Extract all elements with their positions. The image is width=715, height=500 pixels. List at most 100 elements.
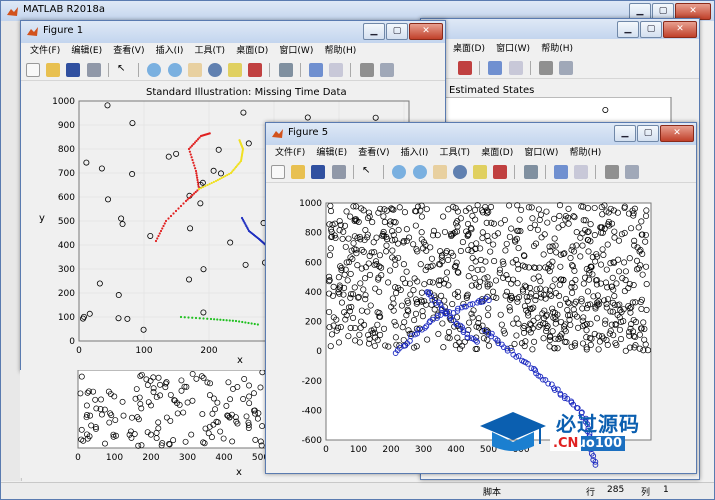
print-icon[interactable] (86, 63, 101, 77)
save-icon[interactable] (311, 165, 326, 179)
behind-legend-icon[interactable] (508, 61, 523, 75)
x-tick-label: 0 (323, 445, 329, 455)
track-point (225, 319, 228, 322)
print-icon[interactable] (331, 165, 346, 179)
figure-behind-title-bar[interactable]: ▁ ▢ ✕ (421, 19, 699, 39)
menu-view[interactable]: 查看(V) (109, 43, 148, 59)
menu-edit[interactable]: 编辑(E) (312, 145, 351, 161)
menu-edit[interactable]: 编辑(E) (67, 43, 106, 59)
figure1-maximize-button[interactable]: ▢ (386, 23, 408, 40)
track-point (189, 195, 192, 198)
x-tick-label: 100 (106, 453, 123, 463)
track-point (238, 139, 241, 142)
figure5-maximize-button[interactable]: ▢ (637, 125, 659, 142)
behind-hide-plot-tools-icon[interactable] (538, 61, 553, 75)
track-point (216, 318, 219, 321)
brush-icon[interactable] (493, 165, 508, 179)
x-tick-label: 100 (135, 346, 152, 356)
watermark-domain-suffix: .CN (550, 436, 582, 451)
menu-desktop[interactable]: 桌面(D) (477, 145, 517, 161)
status-col-label: 列 (641, 488, 651, 498)
edit-plot-arrow-icon[interactable]: ↖ (362, 165, 376, 179)
status-script: 脚本 (483, 488, 502, 498)
scatter-point (242, 261, 249, 268)
menu-help[interactable]: 帮助(H) (321, 43, 361, 59)
behind-close-button[interactable]: ✕ (663, 21, 697, 38)
track-point (214, 179, 218, 183)
toolbar-separator (544, 165, 546, 179)
link-plot-icon[interactable] (523, 165, 538, 179)
menu-window[interactable]: 窗口(W) (275, 43, 317, 59)
rotate-3d-icon[interactable] (452, 165, 467, 179)
hide-plot-tools-icon[interactable] (604, 165, 619, 179)
new-figure-icon[interactable] (26, 63, 40, 77)
track-point (191, 193, 194, 197)
y-tick-label: 400 (305, 288, 322, 298)
track-point (187, 316, 190, 319)
menu-desktop[interactable]: 桌面(D) (232, 43, 272, 59)
track-point (191, 316, 194, 319)
legend-icon[interactable] (329, 63, 344, 77)
menu-insert[interactable]: 插入(I) (397, 145, 433, 161)
menu-insert[interactable]: 插入(I) (152, 43, 188, 59)
x-tick-label: 100 (350, 445, 367, 455)
scatter-point (96, 280, 103, 287)
menu-view[interactable]: 查看(V) (354, 145, 393, 161)
figure1-close-button[interactable]: ✕ (409, 23, 443, 40)
zoom-out-icon[interactable] (167, 63, 182, 77)
data-cursor-icon[interactable] (473, 165, 488, 179)
save-icon[interactable] (66, 63, 81, 77)
behind-minimize-button[interactable]: ▁ (617, 21, 639, 38)
figure5-title-bar[interactable]: Figure 5 ▁ ▢ ✕ (266, 123, 696, 145)
behind-show-plot-tools-icon[interactable] (559, 61, 574, 75)
track-point (189, 153, 192, 156)
x-tick-label: 200 (382, 445, 399, 455)
track-point (592, 462, 599, 468)
open-file-icon[interactable] (291, 165, 306, 179)
figure5-close-button[interactable]: ✕ (660, 125, 694, 142)
figure5-minimize-button[interactable]: ▁ (614, 125, 636, 142)
y-tick-label: 900 (58, 121, 75, 131)
behind-menu-help[interactable]: 帮助(H) (537, 41, 577, 57)
zoom-in-icon[interactable] (147, 63, 162, 77)
track-point (172, 212, 175, 215)
behind-brush-icon[interactable] (458, 61, 472, 75)
brush-icon[interactable] (248, 63, 263, 77)
track-point (234, 319, 238, 323)
behind-menu-desktop[interactable]: 桌面(D) (449, 41, 489, 57)
edit-plot-arrow-icon[interactable]: ↖ (117, 63, 131, 77)
figure1-title-bar[interactable]: Figure 1 ▁ ▢ ✕ (21, 21, 445, 43)
legend-icon[interactable] (574, 165, 589, 179)
show-plot-tools-icon[interactable] (624, 165, 639, 179)
menu-window[interactable]: 窗口(W) (520, 145, 562, 161)
menu-tools[interactable]: 工具(T) (436, 145, 475, 161)
behind-menu-window[interactable]: 窗口(W) (492, 41, 534, 57)
track-point (196, 178, 199, 182)
menu-file[interactable]: 文件(F) (26, 43, 64, 59)
menu-help[interactable]: 帮助(H) (566, 145, 606, 161)
x-tick-label: 0 (76, 346, 82, 356)
data-cursor-icon[interactable] (228, 63, 243, 77)
track-point (162, 224, 165, 228)
colorbar-icon[interactable] (554, 165, 568, 179)
track-point (195, 172, 198, 175)
track-point (222, 318, 225, 322)
menu-file[interactable]: 文件(F) (271, 145, 309, 161)
show-plot-tools-icon[interactable] (379, 63, 394, 77)
hide-plot-tools-icon[interactable] (359, 63, 374, 77)
behind-colorbar-icon[interactable] (488, 61, 503, 75)
pan-hand-icon[interactable] (187, 63, 202, 77)
rotate-3d-icon[interactable] (207, 63, 222, 77)
new-figure-icon[interactable] (271, 165, 285, 179)
behind-maximize-button[interactable]: ▢ (640, 21, 662, 38)
figure1-minimize-button[interactable]: ▁ (363, 23, 385, 40)
menu-tools[interactable]: 工具(T) (191, 43, 230, 59)
track-point (179, 204, 183, 208)
pan-hand-icon[interactable] (432, 165, 447, 179)
link-plot-icon[interactable] (278, 63, 293, 77)
colorbar-icon[interactable] (309, 63, 323, 77)
scatter-point (115, 315, 122, 322)
zoom-in-icon[interactable] (392, 165, 407, 179)
open-file-icon[interactable] (46, 63, 61, 77)
zoom-out-icon[interactable] (412, 165, 427, 179)
